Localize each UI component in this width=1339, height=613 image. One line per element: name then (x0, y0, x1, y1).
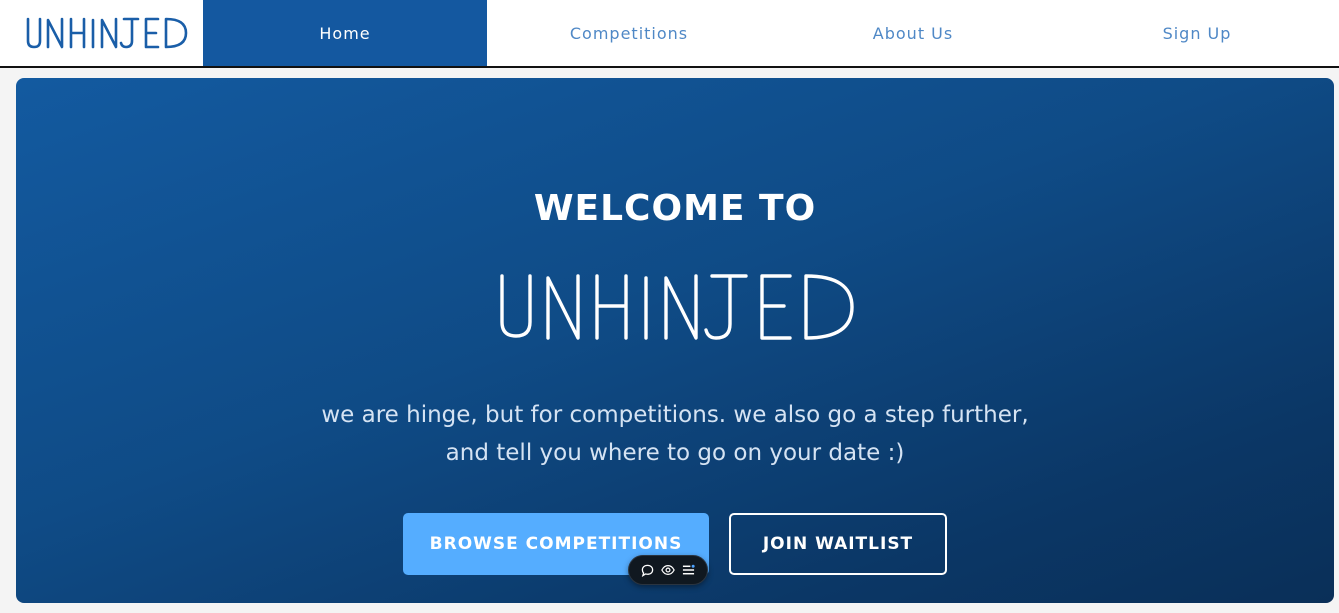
nav-item-label: Home (319, 23, 371, 43)
eye-icon[interactable] (660, 562, 676, 578)
hero-brand-wordmark-icon (500, 274, 854, 340)
logo-wordmark-icon (26, 17, 188, 49)
comment-icon[interactable] (639, 562, 655, 578)
site-logo[interactable] (0, 0, 203, 66)
nav-item-competitions[interactable]: Competitions (487, 0, 771, 66)
list-icon[interactable] (681, 562, 697, 578)
join-waitlist-button[interactable]: JOIN WAITLIST (729, 513, 947, 575)
nav-item-home[interactable]: Home (203, 0, 487, 66)
hero-section: WELCOME TO we are hinge, but for competi… (16, 78, 1334, 603)
floating-toolbar (628, 555, 708, 585)
top-nav: Home Competitions About Us Sign Up (0, 0, 1339, 68)
nav-item-label: About Us (872, 23, 954, 43)
hero-tagline: we are hinge, but for competitions. we a… (16, 396, 1334, 472)
hero-welcome-heading: WELCOME TO (533, 188, 817, 229)
nav-item-label: Sign Up (1162, 23, 1232, 43)
hero-tagline-line-2: and tell you where to go on your date :) (445, 440, 905, 466)
nav-item-about-us[interactable]: About Us (771, 0, 1055, 66)
nav-item-sign-up[interactable]: Sign Up (1055, 0, 1339, 66)
hero-tagline-line-1: we are hinge, but for competitions. we a… (321, 402, 1029, 428)
nav-item-label: Competitions (569, 23, 689, 43)
